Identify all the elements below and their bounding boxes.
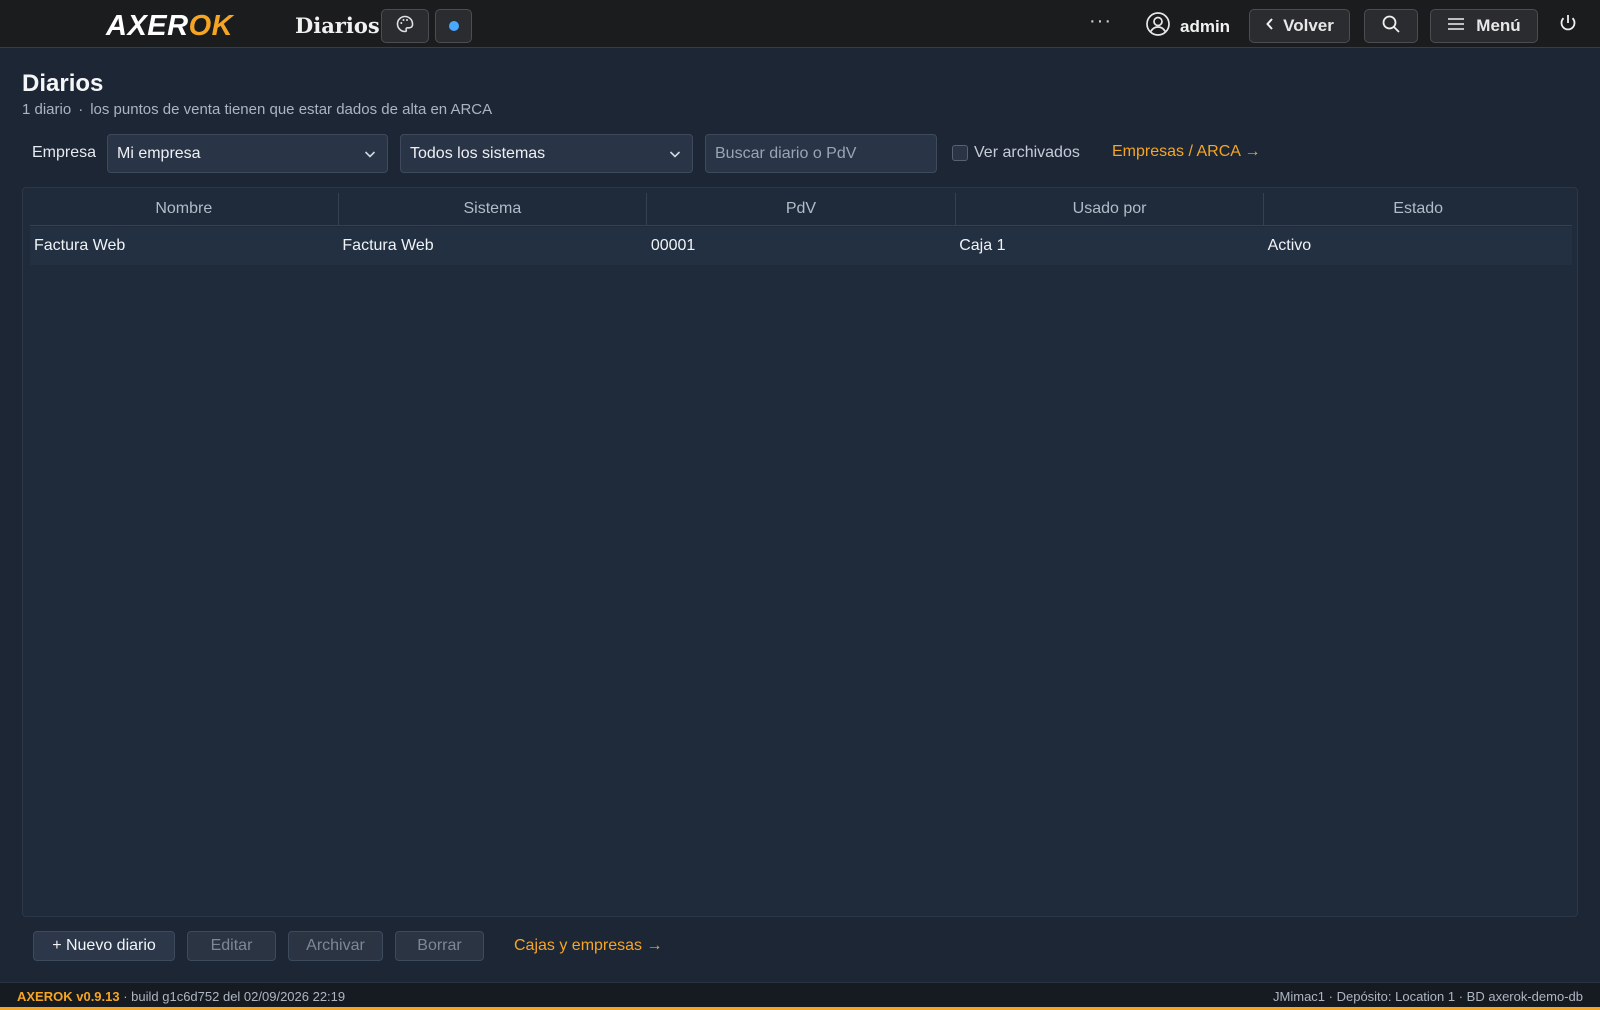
subtitle-separator: ·: [78, 101, 84, 118]
cell-usado-por: Caja 1: [959, 237, 1006, 254]
chevron-down-icon: [668, 147, 682, 166]
table-row[interactable]: Factura Web Factura Web 00001 Caja 1 Act…: [30, 227, 1572, 265]
sistema-select-value: Todos los sistemas: [410, 144, 546, 162]
cell-sistema: Factura Web: [342, 237, 434, 254]
user-circle-icon: [1145, 11, 1171, 42]
power-icon: [1559, 15, 1577, 37]
empresa-label: Empresa: [32, 144, 97, 161]
logo-text-part2: OK: [188, 10, 234, 42]
app-logo[interactable]: AXEROK: [106, 10, 233, 42]
column-header-usado-por[interactable]: Usado por: [956, 193, 1265, 225]
journal-count: 1 diario: [22, 101, 72, 118]
cajas-empresas-link[interactable]: Cajas y empresas →: [514, 937, 663, 955]
chevron-left-icon: [1265, 16, 1275, 36]
palette-icon: [395, 14, 415, 39]
arca-note: los puntos de venta tienen que estar dad…: [90, 101, 493, 118]
cell-nombre: Factura Web: [34, 237, 126, 254]
new-journal-button[interactable]: + Nuevo diario: [33, 931, 175, 961]
top-bar: AXEROK Diarios ··· admin Volver Menú: [0, 0, 1600, 48]
status-dot-icon: [448, 21, 459, 31]
build-info: · build g1c6d752 del 02/09/2026 22:19: [119, 989, 346, 1004]
more-options-button[interactable]: ···: [1089, 10, 1112, 33]
column-header-nombre[interactable]: Nombre: [30, 193, 339, 225]
logo-text-part1: AXER: [106, 10, 189, 42]
column-header-sistema[interactable]: Sistema: [339, 193, 648, 225]
archived-checkbox[interactable]: [952, 145, 968, 161]
sistema-select[interactable]: Todos los sistemas: [400, 134, 693, 173]
app-title: Diarios: [295, 13, 380, 38]
cell-estado: Activo: [1267, 237, 1312, 254]
theme-button[interactable]: [381, 9, 429, 43]
column-header-estado[interactable]: Estado: [1264, 193, 1572, 225]
user-name: admin: [1180, 16, 1231, 36]
footer-version-info: AXEROK v0.9.13 · build g1c6d752 del 02/0…: [17, 989, 345, 1004]
power-button[interactable]: [1559, 13, 1577, 38]
column-header-pdv[interactable]: PdV: [647, 193, 956, 225]
back-button[interactable]: Volver: [1249, 9, 1350, 43]
archived-checkbox-label[interactable]: Ver archivados: [974, 144, 1080, 162]
page-title: Diarios: [22, 70, 104, 97]
edit-button[interactable]: Editar: [187, 931, 276, 961]
footer-location-info: JMimac1 · Depósito: Location 1 · BD axer…: [1273, 989, 1583, 1004]
cell-pdv: 00001: [650, 237, 696, 254]
empresas-arca-link[interactable]: Empresas / ARCA →: [1112, 143, 1261, 161]
menu-button-label: Menú: [1476, 16, 1521, 35]
page-subtitle: 1 diario · los puntos de venta tienen que …: [22, 101, 492, 118]
journals-table: Nombre Sistema PdV Usado por Estado Fact…: [22, 187, 1578, 917]
menu-button[interactable]: Menú: [1430, 9, 1538, 43]
app-version: AXEROK v0.9.13: [17, 989, 120, 1004]
back-button-label: Volver: [1283, 16, 1334, 35]
table-header: Nombre Sistema PdV Usado por Estado: [30, 193, 1572, 226]
delete-button[interactable]: Borrar: [395, 931, 484, 961]
status-button[interactable]: [435, 9, 472, 43]
search-input[interactable]: [705, 134, 937, 173]
empresa-select[interactable]: Mi empresa: [107, 134, 388, 173]
archive-button[interactable]: Archivar: [288, 931, 383, 961]
search-icon: [1381, 14, 1401, 39]
user-menu[interactable]: admin: [1145, 11, 1230, 42]
empresa-select-value: Mi empresa: [117, 144, 201, 162]
search-button[interactable]: [1364, 9, 1418, 43]
chevron-down-icon: [363, 147, 377, 166]
status-footer: AXEROK v0.9.13 · build g1c6d752 del 02/0…: [0, 982, 1600, 1010]
hamburger-icon: [1447, 16, 1465, 36]
